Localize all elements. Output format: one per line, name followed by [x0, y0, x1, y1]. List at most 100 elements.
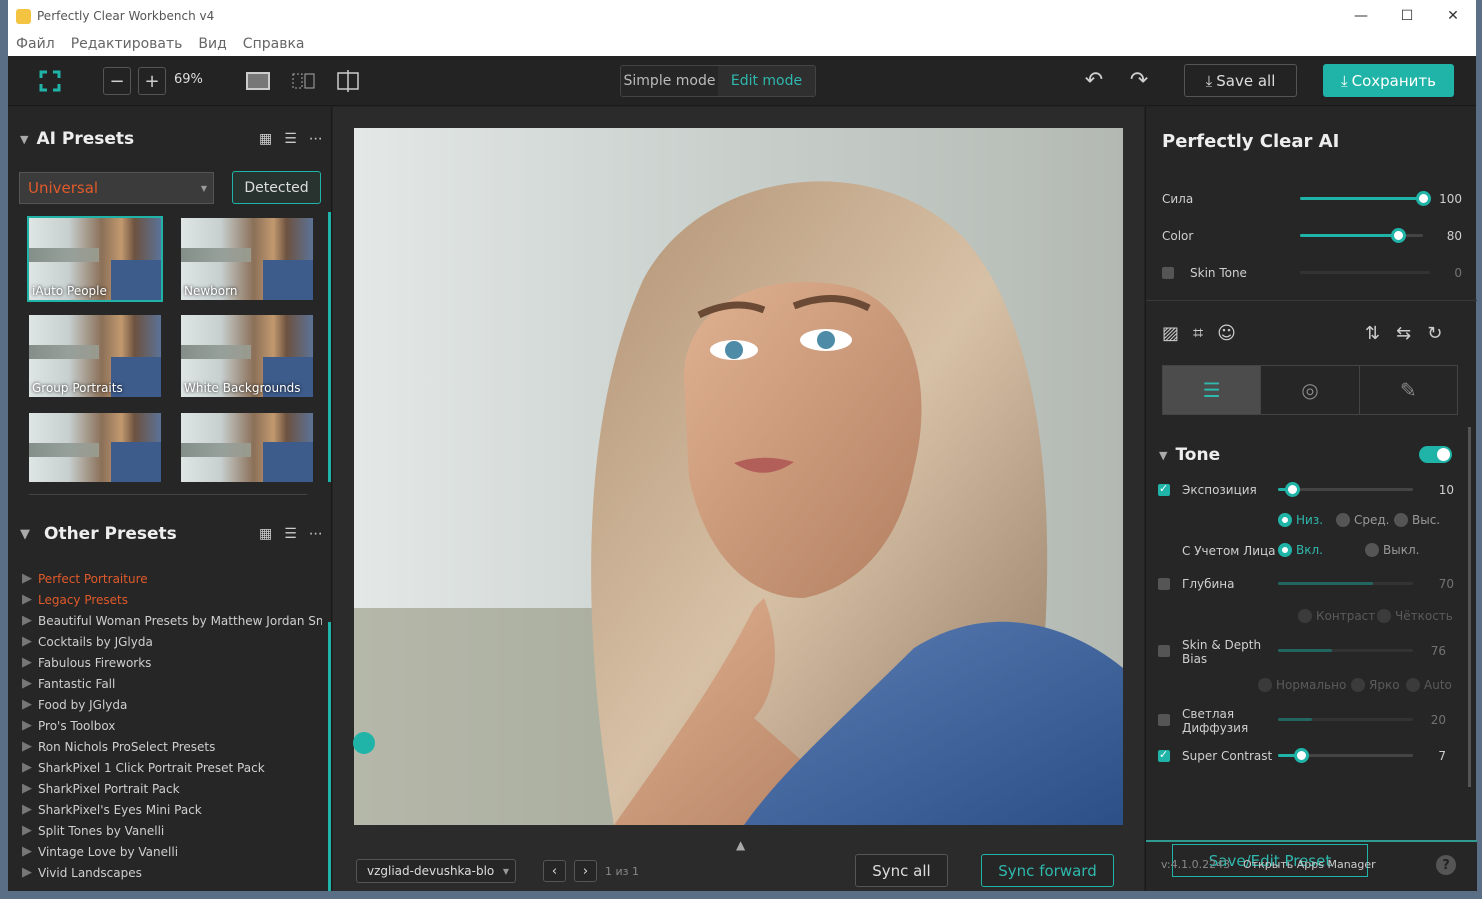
super-contrast-checkbox[interactable] — [1158, 748, 1170, 762]
exposure-checkbox[interactable] — [1158, 482, 1170, 496]
tone-toggle[interactable] — [1419, 446, 1452, 463]
list-item[interactable]: ▶ Beautiful Woman Presets by Matthew Jord… — [22, 610, 322, 631]
curves-icon[interactable]: ▨ — [1162, 323, 1179, 344]
light-diffusion-slider[interactable] — [1278, 718, 1413, 721]
skin-tone-checkbox[interactable] — [1162, 267, 1174, 279]
flip-horizontal-icon[interactable]: ⇆ — [1396, 323, 1411, 344]
menu-help[interactable]: Справка — [243, 36, 305, 52]
panel-scrollbar[interactable] — [1468, 427, 1471, 787]
grid-view-icon[interactable]: ▦ — [259, 526, 272, 542]
more-icon[interactable]: ⋯ — [309, 131, 323, 147]
detected-button[interactable]: Detected — [232, 171, 321, 204]
menu-view[interactable]: Вид — [198, 36, 226, 52]
preset-thumbnail[interactable]: Group Portraits — [29, 315, 161, 397]
contrast-radio[interactable]: Контраст — [1298, 609, 1375, 623]
strength-slider[interactable] — [1300, 191, 1431, 206]
other-presets-view-options: ▦ ☰ ⋯ — [259, 526, 323, 542]
compare-view-icon[interactable] — [335, 69, 361, 93]
sync-forward-button[interactable]: Sync forward — [981, 854, 1114, 887]
color-slider[interactable] — [1300, 228, 1423, 243]
split-view-icon[interactable] — [291, 70, 317, 92]
menu-edit[interactable]: Редактировать — [71, 36, 183, 52]
face-icon[interactable]: ☺ — [1217, 323, 1236, 344]
list-item[interactable]: ▶ Vivid Landscapes — [22, 862, 322, 883]
preset-thumbnail[interactable] — [181, 413, 313, 482]
ai-presets-scrollbar[interactable] — [328, 212, 331, 482]
simple-mode-tab[interactable]: Simple mode — [621, 66, 718, 96]
undo-icon[interactable]: ↶ — [1081, 66, 1107, 94]
exposure-low-radio[interactable]: Низ. — [1278, 513, 1323, 527]
preset-thumbnail[interactable]: iAuto People — [27, 216, 163, 302]
depth-slider[interactable] — [1278, 582, 1413, 585]
crop-icon[interactable]: ⌗ — [1193, 323, 1203, 344]
single-view-icon[interactable] — [245, 70, 271, 92]
list-item[interactable]: ▶ Pro's Toolbox — [22, 715, 322, 736]
list-item[interactable]: ▶ Legacy Presets — [22, 589, 322, 610]
file-selector[interactable]: vzgliad-devushka-blo ▼ — [356, 859, 516, 883]
zoom-out-button[interactable]: − — [103, 67, 131, 95]
tab-effects[interactable]: ◎ — [1261, 366, 1360, 414]
photo-preview[interactable] — [354, 128, 1123, 825]
list-item[interactable]: ▶ SharkPixel Portrait Pack — [22, 778, 322, 799]
preset-thumbnail[interactable] — [29, 413, 161, 482]
help-icon[interactable]: ? — [1436, 855, 1456, 875]
exposure-mid-radio[interactable]: Сред. — [1336, 513, 1390, 527]
flip-vertical-icon[interactable]: ⇅ — [1365, 323, 1380, 344]
skin-depth-slider[interactable] — [1278, 649, 1413, 652]
tone-header[interactable]: ▼ Tone — [1159, 445, 1220, 465]
list-item[interactable]: ▶ Ron Nichols ProSelect Presets — [22, 736, 322, 757]
edit-mode-tab[interactable]: Edit mode — [718, 66, 815, 96]
skin-depth-checkbox[interactable] — [1158, 645, 1170, 657]
skin-tone-slider[interactable] — [1300, 271, 1430, 274]
depth-checkbox[interactable] — [1158, 578, 1170, 590]
expand-up-icon[interactable]: ▲ — [736, 838, 748, 852]
list-view-icon[interactable]: ☰ — [284, 526, 297, 542]
save-button[interactable]: ⤓ Сохранить — [1323, 64, 1454, 97]
list-item[interactable]: ▶ SharkPixel's Eyes Mini Pack — [22, 799, 322, 820]
super-contrast-slider[interactable] — [1278, 748, 1413, 763]
list-item[interactable]: ▶ Vintage Love by Vanelli — [22, 841, 322, 862]
preset-thumbnail[interactable]: White Backgrounds — [181, 315, 313, 397]
face-aware-off-radio[interactable]: Выкл. — [1365, 543, 1419, 557]
face-aware-on-radio[interactable]: Вкл. — [1278, 543, 1323, 557]
list-item[interactable]: ▶ Cocktails by JGlyda — [22, 631, 322, 652]
next-image-button[interactable]: › — [574, 860, 597, 882]
fit-screen-icon[interactable] — [38, 69, 62, 93]
tab-creative[interactable]: ✎ — [1360, 366, 1457, 414]
zoom-in-button[interactable]: + — [138, 67, 166, 95]
exposure-slider[interactable] — [1278, 482, 1413, 497]
clarity-radio[interactable]: Чёткость — [1377, 609, 1453, 623]
expand-icon: ▶ — [22, 697, 32, 712]
light-diffusion-checkbox[interactable] — [1158, 714, 1170, 726]
tab-adjustments[interactable]: ☰ — [1163, 366, 1262, 414]
compare-handle[interactable] — [353, 732, 375, 754]
save-all-button[interactable]: ⤓ Save all — [1184, 64, 1297, 97]
rotate-icon[interactable]: ↻ — [1427, 323, 1442, 344]
preset-thumbnail[interactable]: Newborn — [181, 218, 313, 300]
menu-file[interactable]: Файл — [16, 36, 55, 52]
list-item[interactable]: ▶ Split Tones by Vanelli — [22, 820, 322, 841]
exposure-high-radio[interactable]: Выс. — [1394, 513, 1440, 527]
apps-manager-link[interactable]: Открыть Apps Manager — [1243, 858, 1376, 871]
list-item[interactable]: ▶ Fabulous Fireworks — [22, 652, 322, 673]
other-presets-scrollbar[interactable] — [328, 622, 331, 891]
list-item[interactable]: ▶ Perfect Portraiture — [22, 568, 322, 589]
other-presets-header[interactable]: ▼ Other Presets — [20, 524, 177, 544]
preset-category-dropdown[interactable]: Universal ▼ — [19, 172, 214, 204]
close-button[interactable]: ✕ — [1430, 0, 1476, 32]
list-item[interactable]: ▶ SharkPixel 1 Click Portrait Preset Pack — [22, 757, 322, 778]
list-item[interactable]: ▶ Fantastic Fall — [22, 673, 322, 694]
grid-view-icon[interactable]: ▦ — [259, 131, 272, 147]
vivid-radio[interactable]: Ярко — [1351, 678, 1400, 692]
ai-presets-header[interactable]: ▼ AI Presets — [20, 129, 134, 149]
list-item[interactable]: ▶ Food by JGlyda — [22, 694, 322, 715]
prev-image-button[interactable]: ‹ — [543, 860, 566, 882]
list-view-icon[interactable]: ☰ — [284, 131, 297, 147]
redo-icon[interactable]: ↷ — [1126, 66, 1152, 94]
minimize-button[interactable]: — — [1338, 0, 1384, 32]
sync-all-button[interactable]: Sync all — [855, 854, 948, 887]
maximize-button[interactable]: ☐ — [1384, 0, 1430, 32]
normal-radio[interactable]: Нормально — [1258, 678, 1346, 692]
more-icon[interactable]: ⋯ — [309, 526, 323, 542]
auto-radio[interactable]: Auto — [1406, 678, 1452, 692]
